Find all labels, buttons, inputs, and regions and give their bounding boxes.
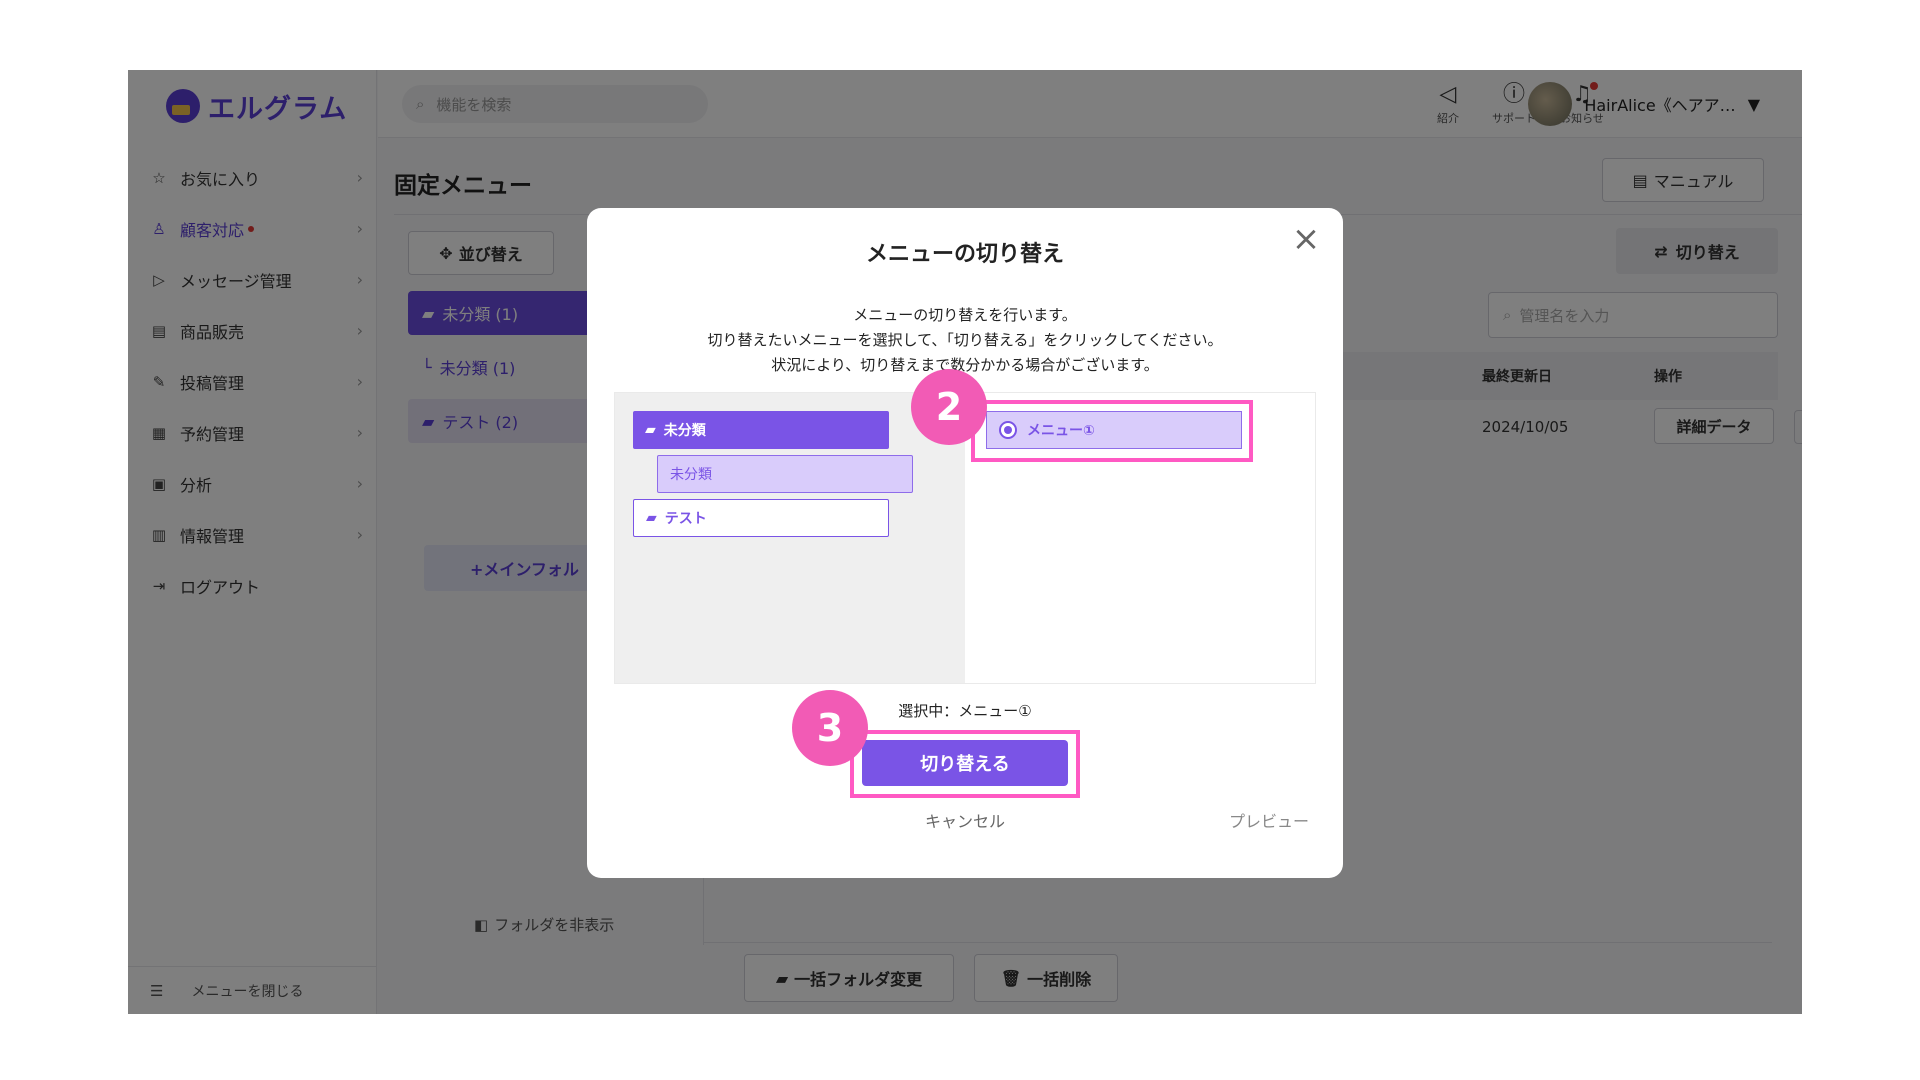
step-badge-2: 2 — [911, 369, 987, 445]
picker-folder-uncategorized[interactable]: ▰ 未分類 — [633, 411, 889, 449]
picker-folder-list: ▰ 未分類 未分類 ▰ テスト — [615, 393, 965, 683]
folder-open-icon: ▰ — [645, 422, 656, 438]
dialog-description: メニューの切り替えを行います。 切り替えたいメニューを選択して、「切り替える」を… — [587, 303, 1343, 378]
picker-folder-label: テスト — [664, 511, 707, 527]
picker-folder-test[interactable]: ▰ テスト — [633, 499, 889, 537]
preview-button[interactable]: プレビュー — [1229, 808, 1309, 832]
step-badge-3: 3 — [792, 690, 868, 766]
highlight-menu-option — [971, 400, 1253, 462]
description-line: 切り替えたいメニューを選択して、「切り替える」をクリックしてください。 — [707, 331, 1223, 349]
description-line: メニューの切り替えを行います。 — [853, 306, 1077, 324]
highlight-submit-button — [850, 730, 1080, 798]
picker-folder-label: 未分類 — [663, 423, 706, 439]
selected-menu-text: 選択中：メニュー① — [898, 702, 1032, 720]
picker-folder-label: 未分類 — [670, 467, 712, 483]
dialog-title: メニューの切り替え — [865, 242, 1064, 267]
picker-folder-sub-uncategorized[interactable]: 未分類 — [657, 455, 913, 493]
folder-icon: ▰ — [646, 510, 657, 526]
close-icon[interactable]: × — [1289, 222, 1323, 258]
